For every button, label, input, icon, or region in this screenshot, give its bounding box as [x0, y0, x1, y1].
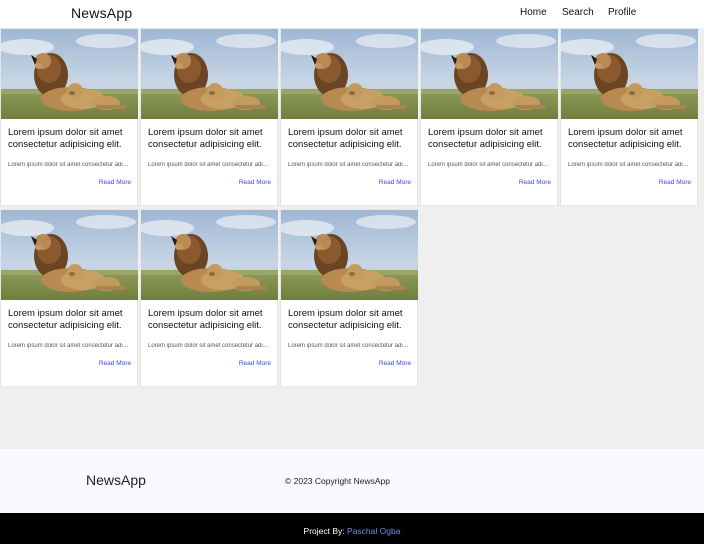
brand-logo[interactable]: NewsApp [71, 5, 132, 21]
top-navbar: NewsApp Home Search Profile [0, 0, 704, 28]
news-card: Lorem ipsum dolor sit amet consectetur a… [0, 209, 138, 387]
lion-thumbnail-image [421, 29, 558, 119]
footer-copyright: © 2023 Copyright NewsApp [285, 476, 391, 486]
card-title: Lorem ipsum dolor sit amet consectetur a… [8, 127, 123, 150]
news-card: Lorem ipsum dolor sit amet consectetur a… [280, 209, 418, 387]
card-title: Lorem ipsum dolor sit amet consectetur a… [288, 127, 403, 150]
credit-label: Project By: [303, 526, 345, 536]
read-more-link[interactable]: Read More [99, 179, 131, 186]
read-more-link[interactable]: Read More [239, 179, 271, 186]
news-card: Lorem ipsum dolor sit amet consectetur a… [280, 28, 418, 206]
card-title: Lorem ipsum dolor sit amet consectetur a… [288, 308, 403, 331]
lion-thumbnail-image [1, 29, 138, 119]
card-description: Lorem ipsum dolor sit amet consectetur a… [428, 162, 552, 168]
card-title: Lorem ipsum dolor sit amet consectetur a… [148, 308, 263, 331]
read-more-link[interactable]: Read More [379, 179, 411, 186]
card-description: Lorem ipsum dolor sit amet consectetur a… [568, 162, 692, 168]
read-more-link[interactable]: Read More [659, 179, 691, 186]
lion-thumbnail-image [561, 29, 698, 119]
news-card: Lorem ipsum dolor sit amet consectetur a… [140, 209, 278, 387]
card-description: Lorem ipsum dolor sit amet consectetur a… [8, 162, 132, 168]
nav-search-link[interactable]: Search [562, 7, 594, 18]
lion-thumbnail-image [281, 29, 418, 119]
card-description: Lorem ipsum dolor sit amet consectetur a… [8, 343, 132, 349]
card-description: Lorem ipsum dolor sit amet consectetur a… [288, 162, 412, 168]
card-description: Lorem ipsum dolor sit amet consectetur a… [148, 343, 272, 349]
credit-author-link[interactable]: Paschal Ogba [347, 526, 400, 536]
lion-thumbnail-image [141, 29, 278, 119]
card-title: Lorem ipsum dolor sit amet consectetur a… [428, 127, 543, 150]
nav-profile-link[interactable]: Profile [608, 7, 636, 18]
card-title: Lorem ipsum dolor sit amet consectetur a… [148, 127, 263, 150]
card-description: Lorem ipsum dolor sit amet consectetur a… [148, 162, 272, 168]
news-card: Lorem ipsum dolor sit amet consectetur a… [140, 28, 278, 206]
lion-thumbnail-image [1, 210, 138, 300]
read-more-link[interactable]: Read More [99, 360, 131, 367]
footer-brand: NewsApp [86, 472, 146, 488]
nav-home-link[interactable]: Home [520, 7, 547, 18]
lion-thumbnail-image [281, 210, 418, 300]
footer: NewsApp © 2023 Copyright NewsApp [0, 449, 704, 513]
news-card: Lorem ipsum dolor sit amet consectetur a… [560, 28, 698, 206]
card-title: Lorem ipsum dolor sit amet consectetur a… [8, 308, 123, 331]
bottom-bar: Project By: Paschal Ogba [0, 513, 704, 544]
news-card: Lorem ipsum dolor sit amet consectetur a… [0, 28, 138, 206]
read-more-link[interactable]: Read More [379, 360, 411, 367]
project-credit: Project By: Paschal Ogba [0, 526, 704, 536]
news-card: Lorem ipsum dolor sit amet consectetur a… [420, 28, 558, 206]
card-description: Lorem ipsum dolor sit amet consectetur a… [288, 343, 412, 349]
read-more-link[interactable]: Read More [239, 360, 271, 367]
read-more-link[interactable]: Read More [519, 179, 551, 186]
card-title: Lorem ipsum dolor sit amet consectetur a… [568, 127, 683, 150]
lion-thumbnail-image [141, 210, 278, 300]
